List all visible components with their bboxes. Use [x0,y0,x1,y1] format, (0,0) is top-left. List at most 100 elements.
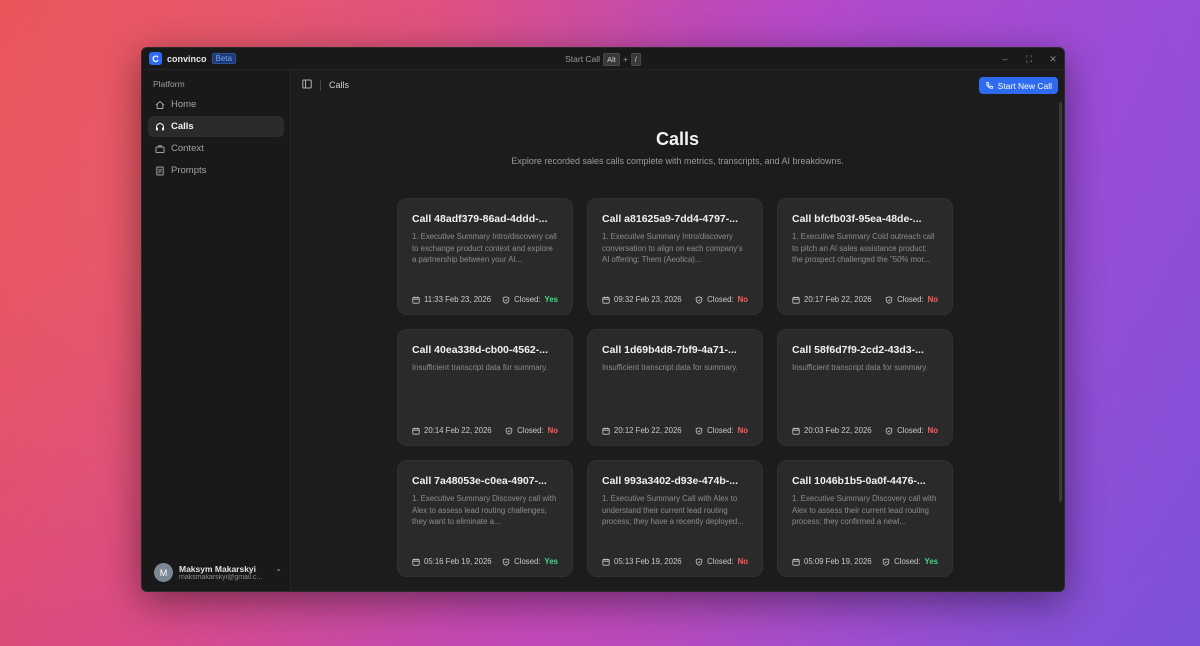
call-card[interactable]: Call 1d69b4d8-7bf9-4a71-... Insufficient … [587,329,763,446]
call-footer: 05:16 Feb 19, 2026 Closed: Yes [412,557,558,566]
call-card[interactable]: Call 7a48053e-c0ea-4907-... 1. Executive … [397,460,573,577]
closed-label: Closed: [517,426,544,435]
call-card[interactable]: Call 1046b1b5-0a0f-4476-... 1. Executive … [777,460,953,577]
app-window: C convinco Beta Start Call Alt + / – ⛶ ✕… [141,47,1065,592]
call-footer: 09:32 Feb 23, 2026 Closed: No [602,295,748,304]
shortcut-key-slash: / [630,52,641,66]
call-closed-status: Closed: Yes [502,557,558,566]
call-closed-status: Closed: No [695,295,748,304]
page-title: Calls [655,129,700,149]
call-datetime: 09:32 Feb 23, 2026 [602,295,682,304]
shield-check-icon [885,426,893,435]
calendar-icon [602,427,610,435]
brand: C convinco Beta [142,52,236,65]
closed-value: No [737,557,748,566]
shield-check-icon [882,557,890,566]
calendar-icon [412,296,420,304]
call-closed-status: Closed: Yes [882,557,938,566]
call-summary: 1. Executive Summary Call with Alex to u… [602,494,744,526]
calendar-icon [792,558,800,566]
call-title: Call 40ea338d-cb00-4562-... [412,344,548,356]
closed-label: Closed: [707,557,734,566]
call-datetime-text: 11:33 Feb 23, 2026 [424,295,492,304]
toggle-sidebar-icon[interactable] [302,79,312,91]
shortcut-key-alt: Alt [603,52,620,66]
sidebar-item-calls[interactable]: Calls [148,116,284,137]
user-menu[interactable]: M Maksym Makarskyi maksmakarskyi@gmail.c… [154,563,282,582]
call-datetime-text: 05:16 Feb 19, 2026 [424,557,492,566]
start-call-shortcut[interactable]: Start Call Alt + / [565,48,641,70]
call-summary: Insufficient transcript data for summary… [412,363,548,372]
sidebar-item-label: Prompts [171,165,207,176]
call-closed-status: Closed: No [885,295,938,304]
phone-icon [985,81,993,89]
call-card[interactable]: Call 48adf379-86ad-4ddd-... 1. Executive … [397,198,573,315]
app-name: convinco [167,53,207,64]
headset-icon [155,122,165,132]
call-datetime: 05:13 Feb 19, 2026 [602,557,682,566]
start-new-call-label: Start New Call [997,80,1052,91]
call-datetime: 20:03 Feb 22, 2026 [792,426,872,435]
call-footer: 20:12 Feb 22, 2026 Closed: No [602,426,748,435]
call-card[interactable]: Call bfcfb03f-95ea-48de-... 1. Executive … [777,198,953,315]
call-closed-status: Closed: No [505,426,558,435]
call-title: Call 7a48053e-c0ea-4907-... [412,475,547,487]
shield-check-icon [695,426,703,435]
call-title: Call 1046b1b5-0a0f-4476-... [792,475,926,487]
start-new-call-button[interactable]: Start New Call [978,77,1058,94]
call-closed-status: Closed: No [695,557,748,566]
call-summary: 1. Executive Summary Intro/discovery cal… [412,232,557,264]
call-footer: 20:17 Feb 22, 2026 Closed: No [792,295,938,304]
shield-check-icon [695,295,703,304]
call-title: Call bfcfb03f-95ea-48de-... [792,213,922,225]
call-card[interactable]: Call 40ea338d-cb00-4562-... Insufficient … [397,329,573,446]
user-email: maksmakarskyi@gmail.c... [179,574,263,581]
call-datetime-text: 20:03 Feb 22, 2026 [804,426,872,435]
sidebar-item-prompts[interactable]: Prompts [148,160,284,181]
call-summary: 1. Executive Summary Discovery call with… [412,494,557,526]
shield-check-icon [502,295,510,304]
closed-value: No [927,426,938,435]
call-closed-status: Closed: No [885,426,938,435]
call-closed-status: Closed: Yes [502,295,558,304]
closed-value: Yes [544,295,558,304]
call-title: Call 58f6d7f9-2cd2-43d3-... [792,344,924,356]
call-datetime-text: 09:32 Feb 23, 2026 [614,295,682,304]
briefcase-icon [155,144,165,154]
closed-label: Closed: [514,295,541,304]
call-card[interactable]: Call 993a3402-d93e-474b-... 1. Executive … [587,460,763,577]
calendar-icon [412,427,420,435]
call-datetime-text: 20:12 Feb 22, 2026 [614,426,682,435]
call-closed-status: Closed: No [695,426,748,435]
title-bar: C convinco Beta Start Call Alt + / – ⛶ ✕ [142,48,1064,70]
call-summary: Insufficient transcript data for summary… [602,363,738,372]
close-icon[interactable]: ✕ [1048,54,1058,65]
sidebar-item-home[interactable]: Home [148,94,284,115]
call-card[interactable]: Call 58f6d7f9-2cd2-43d3-... Insufficient … [777,329,953,446]
breadcrumb: Calls [329,80,350,90]
sidebar-item-context[interactable]: Context [148,138,284,159]
call-datetime-text: 20:17 Feb 22, 2026 [804,295,872,304]
call-title: Call 993a3402-d93e-474b-... [602,475,738,487]
closed-value: No [547,426,558,435]
top-bar: Calls [291,70,1064,100]
call-footer: 05:09 Feb 19, 2026 Closed: Yes [792,557,938,566]
calendar-icon [792,296,800,304]
divider [320,79,321,91]
shortcut-plus: + [622,54,628,64]
user-info: Maksym Makarskyi maksmakarskyi@gmail.c..… [179,564,269,581]
call-datetime: 20:14 Feb 22, 2026 [412,426,492,435]
main-content: Calls Start New Call Calls Explore recor… [291,70,1064,591]
call-title: Call 48adf379-86ad-4ddd-... [412,213,548,225]
call-footer: 11:33 Feb 23, 2026 Closed: Yes [412,295,558,304]
minimize-icon[interactable]: – [1000,54,1010,64]
call-footer: 05:13 Feb 19, 2026 Closed: No [602,557,748,566]
closed-value: No [737,426,748,435]
call-summary: 1. Executive Summary Discovery call with… [792,494,937,526]
maximize-icon[interactable]: ⛶ [1024,54,1034,65]
call-datetime: 11:33 Feb 23, 2026 [412,295,491,304]
call-card[interactable]: Call a81625a9-7dd4-4797-... 1. Executive … [587,198,763,315]
closed-label: Closed: [897,426,924,435]
closed-value: No [927,295,938,304]
call-datetime: 20:12 Feb 22, 2026 [602,426,682,435]
